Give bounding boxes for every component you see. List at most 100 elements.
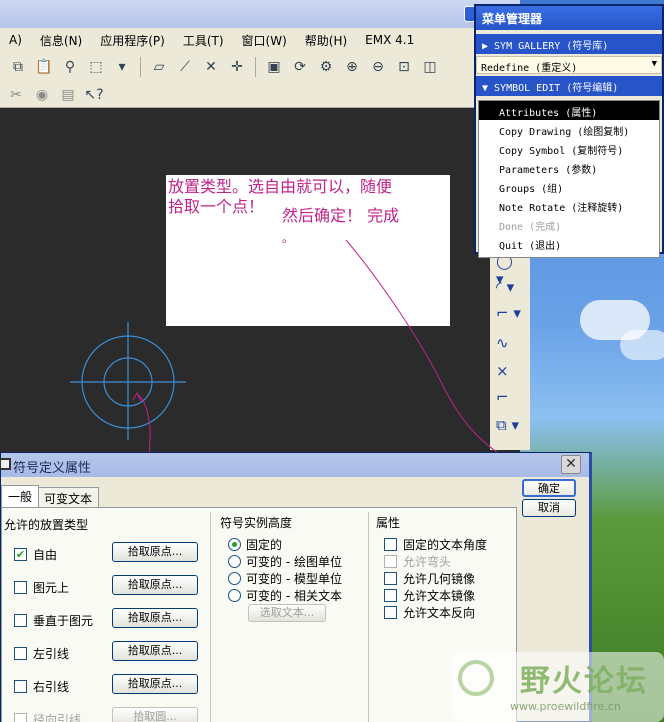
checkbox-free[interactable]: ✔ (14, 548, 27, 561)
point-tool-icon[interactable]: × (496, 362, 524, 384)
checkbox-left-leader[interactable] (14, 647, 27, 660)
pick-circle-button: 拾取圆... (112, 707, 198, 722)
radio-related-text[interactable] (228, 589, 241, 602)
attr-fixed-text-angle[interactable]: 固定的文本角度 (384, 536, 487, 553)
close-icon[interactable]: ✕ (561, 455, 581, 474)
annotation-line-3: 然后确定！ 完成 (282, 206, 400, 225)
eye-icon[interactable]: ◉ (32, 85, 52, 105)
menu-bar: A) 信息(N) 应用程序(P) 工具(T) 窗口(W) 帮助(H) EMX 4… (0, 28, 520, 52)
placement-row-on-entity[interactable]: 图元上 (14, 579, 69, 596)
menu-item-a[interactable]: A) (0, 33, 31, 47)
toolbar-secondary: ✂ ◉ ▤ ↖? (0, 82, 520, 108)
refit-icon[interactable]: ⊡ (394, 57, 414, 77)
height-option-fixed[interactable]: 固定的 (228, 536, 282, 553)
menu-item-groups[interactable]: Groups (组) (479, 177, 659, 196)
fillet-tool-icon[interactable]: ⌐ ▾ (496, 304, 524, 326)
repaint-icon[interactable]: ▣ (264, 57, 284, 77)
zoom-in-icon[interactable]: ⊕ (342, 57, 362, 77)
group-divider (368, 512, 369, 722)
checkbox-right-leader[interactable] (14, 680, 27, 693)
placement-row-left-leader[interactable]: 左引线 (14, 645, 69, 662)
watermark-url: www.proewildfire.cn (510, 700, 621, 713)
csys-icon[interactable]: ✛ (227, 57, 247, 77)
radio-drawing-units[interactable] (228, 555, 241, 568)
height-option-label: 可变的 - 模型单位 (246, 572, 342, 586)
point-icon[interactable]: ✕ (201, 57, 221, 77)
dialog-title: 符号定义属性 (13, 461, 92, 476)
select-box-icon[interactable]: ⬚ (86, 57, 106, 77)
cancel-button[interactable]: 取消 (522, 499, 576, 517)
attr-label: 允许弯头 (403, 555, 452, 569)
pick-origin-button-on-entity[interactable]: 拾取原点... (112, 575, 198, 595)
menu-item-parameters[interactable]: Parameters (参数) (479, 158, 659, 177)
placement-label: 径向引线 (33, 713, 82, 722)
offset-tool-icon[interactable]: ⧉ ▾ (496, 416, 524, 438)
height-option-drawing-units[interactable]: 可变的 - 绘图单位 (228, 553, 342, 570)
menu-item-done: Done (完成) (499, 222, 562, 233)
hide-icon[interactable]: ✂ (6, 85, 26, 105)
menu-item-attributes[interactable]: Attributes (属性) (479, 101, 659, 120)
arc-tool-icon[interactable]: ◜ ▾ (496, 278, 524, 300)
radio-model-units[interactable] (228, 572, 241, 585)
help-pointer-icon[interactable]: ↖? (84, 85, 104, 105)
placement-group-title: 允许的放置类型 (4, 518, 89, 532)
redefine-label: Redefine (重定义) (481, 63, 578, 74)
ok-button[interactable]: 确定 (522, 479, 576, 497)
spin-icon[interactable]: ⟳ (290, 57, 310, 77)
menu-item-applications[interactable]: 应用程序(P) (91, 32, 174, 49)
placement-row-free[interactable]: ✔ 自由 (14, 546, 57, 563)
menu-item-emx[interactable]: EMX 4.1 (356, 33, 423, 47)
height-option-related-text[interactable]: 可变的 - 相关文本 (228, 587, 342, 604)
menu-manager: 菜单管理器 ▶ SYM GALLERY (符号库) Redefine (重定义)… (474, 4, 664, 258)
layer-icon[interactable]: ▤ (58, 85, 78, 105)
menu-item-note-rotate[interactable]: Note Rotate (注释旋转) (479, 196, 659, 215)
chevron-down-icon: ▼ (651, 59, 657, 69)
zoom-out-icon[interactable]: ⊖ (368, 57, 388, 77)
checkbox-geometry-mirror[interactable] (384, 572, 397, 585)
placement-row-right-leader[interactable]: 右引线 (14, 678, 69, 695)
watermark-text: 野火论坛 (520, 664, 648, 699)
csys-tool-icon[interactable]: ⌐ (496, 388, 524, 410)
pick-origin-button-left-leader[interactable]: 拾取原点... (112, 641, 198, 661)
symbol-edit-menu[interactable]: ▼ SYMBOL EDIT (符号编辑) (476, 76, 662, 96)
redefine-dropdown[interactable]: Redefine (重定义) ▼ (476, 56, 662, 74)
height-option-model-units[interactable]: 可变的 - 模型单位 (228, 570, 342, 587)
menu-item-info[interactable]: 信息(N) (31, 32, 91, 49)
menu-item-help[interactable]: 帮助(H) (296, 32, 356, 49)
pick-origin-button-right-leader[interactable]: 拾取原点... (112, 674, 198, 694)
menu-item-copy-symbol[interactable]: Copy Symbol (复制符号) (479, 139, 659, 158)
checkbox-text-mirror[interactable] (384, 589, 397, 602)
pick-origin-button-free[interactable]: 拾取原点... (112, 542, 198, 562)
attr-text-mirror[interactable]: 允许文本镜像 (384, 587, 475, 604)
view-icon[interactable]: ◫ (420, 57, 440, 77)
chevron-down-icon[interactable]: ▾ (112, 57, 132, 77)
pick-text-button: 选取文本... (248, 604, 326, 622)
checkbox-text-flip[interactable] (384, 606, 397, 619)
radio-fixed[interactable] (228, 538, 241, 551)
copy-icon[interactable]: ⧉ (8, 57, 28, 77)
screenshot-root: A) 信息(N) 应用程序(P) 工具(T) 窗口(W) 帮助(H) EMX 4… (0, 0, 664, 722)
axis-icon[interactable]: ⟋ (175, 57, 195, 77)
attr-geometry-mirror[interactable]: 允许几何镜像 (384, 570, 475, 587)
orient-icon[interactable]: ⚙ (316, 57, 336, 77)
checkbox-on-entity[interactable] (14, 581, 27, 594)
menu-item-tools[interactable]: 工具(T) (174, 32, 233, 49)
checkbox-fixed-text-angle[interactable] (384, 538, 397, 551)
checkbox-normal-to-entity[interactable] (14, 614, 27, 627)
tab-general[interactable]: 一般 (1, 485, 40, 507)
toolbar-separator (140, 57, 141, 77)
tab-variable-text[interactable]: 可变文本 (37, 487, 100, 507)
plane-icon[interactable]: ▱ (149, 57, 169, 77)
paste-icon[interactable]: 📋 (34, 57, 54, 77)
pick-origin-button-normal[interactable]: 拾取原点... (112, 608, 198, 628)
menu-item-copy-drawing[interactable]: Copy Drawing (绘图复制) (479, 120, 659, 139)
placement-row-normal[interactable]: 垂直于图元 (14, 612, 93, 629)
menu-item-quit[interactable]: Quit (退出) (479, 234, 659, 253)
binoculars-icon[interactable]: ⚲ (60, 57, 80, 77)
attr-label: 允许文本镜像 (403, 589, 476, 603)
height-option-label: 可变的 - 相关文本 (246, 589, 342, 603)
sym-gallery-menu[interactable]: ▶ SYM GALLERY (符号库) (476, 34, 662, 54)
attr-text-flip[interactable]: 允许文本反向 (384, 604, 475, 621)
spline-tool-icon[interactable]: ∿ (496, 334, 524, 356)
menu-item-window[interactable]: 窗口(W) (233, 32, 296, 49)
